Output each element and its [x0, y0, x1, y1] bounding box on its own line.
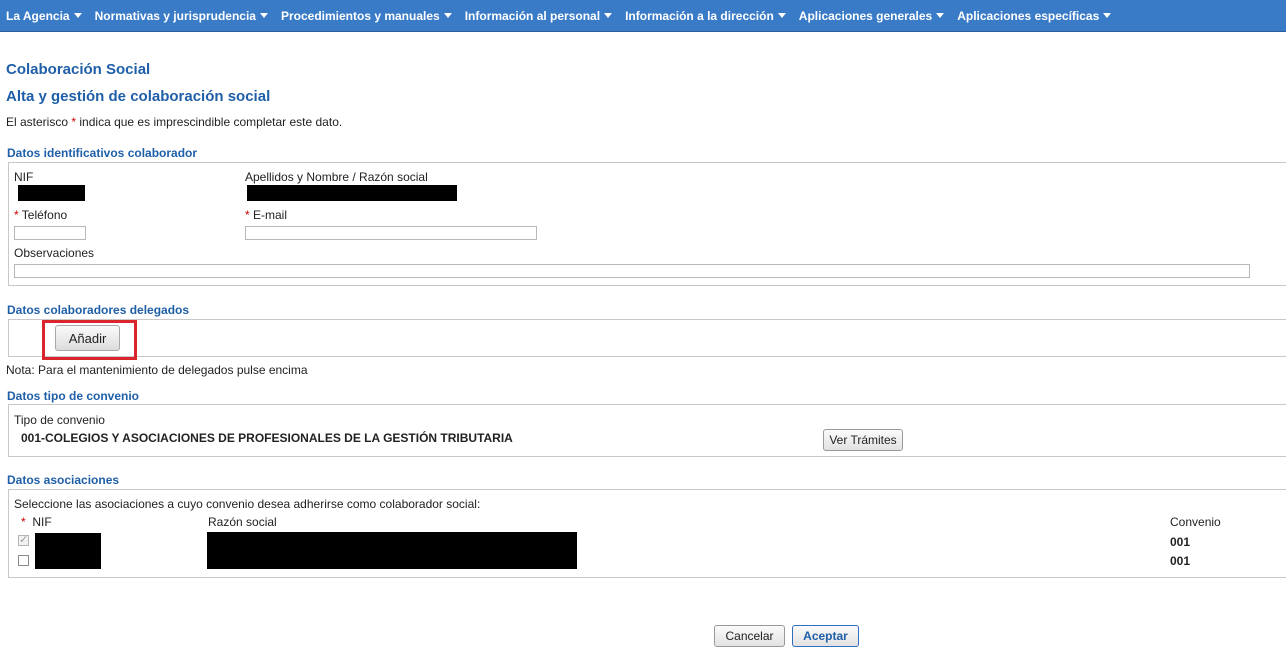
- ver-tramites-button[interactable]: Ver Trámites: [823, 429, 903, 451]
- caret-down-icon: [777, 13, 786, 18]
- name-value-redacted: [247, 185, 457, 201]
- nav-label: Información al personal: [464, 8, 601, 23]
- delegados-panel: [8, 319, 1286, 357]
- association-nif-redacted: [35, 533, 101, 569]
- association-convenio-2: 001: [1170, 554, 1191, 568]
- caret-down-icon: [73, 13, 82, 18]
- nav-item-la-agencia[interactable]: La Agencia: [6, 9, 82, 23]
- observations-label: Observaciones: [14, 246, 95, 260]
- nav-item-normativas[interactable]: Normativas y jurisprudencia: [95, 9, 268, 23]
- convenio-type-value: 001-COLEGIOS Y ASOCIACIONES DE PROFESION…: [21, 431, 513, 445]
- section-heading-convenio: Datos tipo de convenio: [7, 389, 140, 403]
- asociaciones-instructions: Seleccione las asociaciones a cuyo conve…: [14, 497, 481, 511]
- col-header-razon-social: Razón social: [208, 515, 277, 529]
- nav-item-aplicaciones-especificas[interactable]: Aplicaciones específicas: [957, 8, 1112, 23]
- email-label-text: E-mail: [253, 208, 288, 222]
- required-asterisk: *: [71, 115, 77, 129]
- phone-label-text: Teléfono: [21, 208, 68, 222]
- required-note-suffix: indica que es imprescindible completar e…: [79, 115, 343, 129]
- association-name-redacted: [207, 532, 577, 569]
- nav-label: Procedimientos y manuales: [280, 8, 440, 23]
- nav-item-informacion-direccion[interactable]: Información a la dirección: [625, 9, 786, 23]
- name-label: Apellidos y Nombre / Razón social: [245, 170, 428, 184]
- required-note: El asterisco * indica que es imprescindi…: [6, 115, 342, 129]
- required-asterisk: *: [245, 208, 250, 222]
- nav-item-procedimientos[interactable]: Procedimientos y manuales: [281, 9, 452, 23]
- nav-item-informacion-personal[interactable]: Información al personal: [464, 8, 613, 23]
- delegados-note: Nota: Para el mantenimiento de delegados…: [6, 363, 308, 377]
- nav-item-aplicaciones-generales[interactable]: Aplicaciones generales: [798, 8, 945, 23]
- email-input[interactable]: [245, 226, 537, 240]
- observations-input[interactable]: [14, 264, 1250, 278]
- col-header-nif: * NIF: [21, 515, 52, 529]
- nav-label: Aplicaciones específicas: [957, 8, 1100, 23]
- col-header-convenio: Convenio: [1170, 515, 1221, 529]
- nif-value-redacted: [18, 185, 85, 201]
- caret-down-icon: [259, 13, 268, 18]
- page-subtitle: Alta y gestión de colaboración social: [6, 88, 271, 105]
- email-label: * E-mail: [245, 208, 287, 222]
- cancel-button[interactable]: Cancelar: [714, 625, 785, 647]
- caret-down-icon: [443, 13, 452, 18]
- accept-button[interactable]: Aceptar: [792, 625, 859, 647]
- association-convenio-1: 001: [1170, 535, 1191, 549]
- top-navigation: La Agencia Normativas y jurisprudencia P…: [0, 0, 1286, 32]
- nif-label: NIF: [14, 170, 34, 184]
- required-note-prefix: El asterisco: [6, 115, 69, 129]
- section-heading-delegados: Datos colaboradores delegados: [7, 303, 190, 317]
- nav-label: Información a la dirección: [625, 8, 774, 23]
- caret-down-icon: [936, 13, 945, 18]
- phone-label: * Teléfono: [14, 208, 67, 222]
- section-heading-identificativos: Datos identificativos colaborador: [7, 146, 198, 160]
- caret-down-icon: [604, 13, 613, 18]
- page-title: Colaboración Social: [6, 61, 151, 78]
- col-header-nif-text: NIF: [32, 515, 52, 529]
- highlight-box: [42, 320, 137, 360]
- required-asterisk: *: [14, 208, 19, 222]
- nav-label: La Agencia: [6, 8, 70, 23]
- required-asterisk: *: [21, 515, 26, 529]
- nav-label: Normativas y jurisprudencia: [94, 8, 256, 23]
- section-heading-asociaciones: Datos asociaciones: [7, 473, 120, 487]
- association-checkbox-2[interactable]: [18, 555, 29, 566]
- convenio-type-label: Tipo de convenio: [14, 413, 105, 427]
- association-checkbox-1[interactable]: [18, 533, 29, 546]
- phone-input[interactable]: [14, 226, 86, 240]
- caret-down-icon: [1103, 13, 1112, 18]
- nav-label: Aplicaciones generales: [798, 8, 933, 23]
